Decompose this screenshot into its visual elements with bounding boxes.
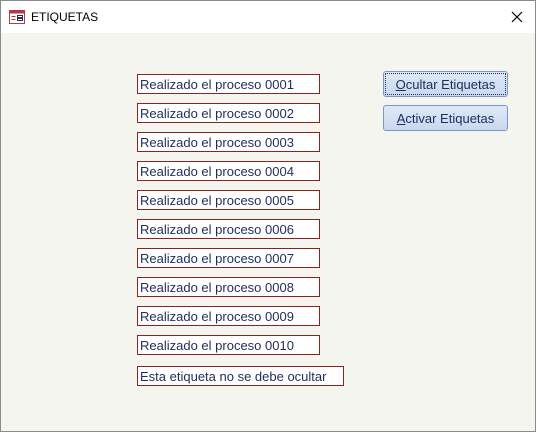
- hide-labels-button[interactable]: Ocultar Etiquetas: [383, 71, 508, 97]
- close-icon: [511, 11, 523, 23]
- process-label-0002: Realizado el proceso 0002: [137, 103, 320, 123]
- hide-button-label: cultar Etiquetas: [405, 76, 496, 92]
- show-labels-button[interactable]: Activar Etiquetas: [383, 105, 508, 131]
- process-label-0003: Realizado el proceso 0003: [137, 132, 320, 152]
- process-label-0007: Realizado el proceso 0007: [137, 248, 320, 268]
- process-label-0005: Realizado el proceso 0005: [137, 190, 320, 210]
- process-label-0010: Realizado el proceso 0010: [137, 335, 320, 355]
- form-icon: [9, 10, 25, 24]
- close-button[interactable]: [499, 1, 535, 33]
- persistent-label: Esta etiqueta no se debe ocultar: [137, 366, 344, 386]
- process-label-0004: Realizado el proceso 0004: [137, 161, 320, 181]
- title-bar[interactable]: ETIQUETAS: [1, 1, 535, 33]
- show-button-accel: A: [396, 110, 406, 126]
- window-title: ETIQUETAS: [31, 10, 99, 24]
- show-button-label: ctivar Etiquetas: [405, 110, 495, 126]
- process-label-0006: Realizado el proceso 0006: [137, 219, 320, 239]
- process-label-0008: Realizado el proceso 0008: [137, 277, 320, 297]
- etiquetas-window: ETIQUETAS Realizado el proceso 0001 Real…: [0, 0, 536, 432]
- process-label-0001: Realizado el proceso 0001: [137, 74, 320, 94]
- process-label-0009: Realizado el proceso 0009: [137, 306, 320, 326]
- hide-button-accel: O: [395, 76, 406, 92]
